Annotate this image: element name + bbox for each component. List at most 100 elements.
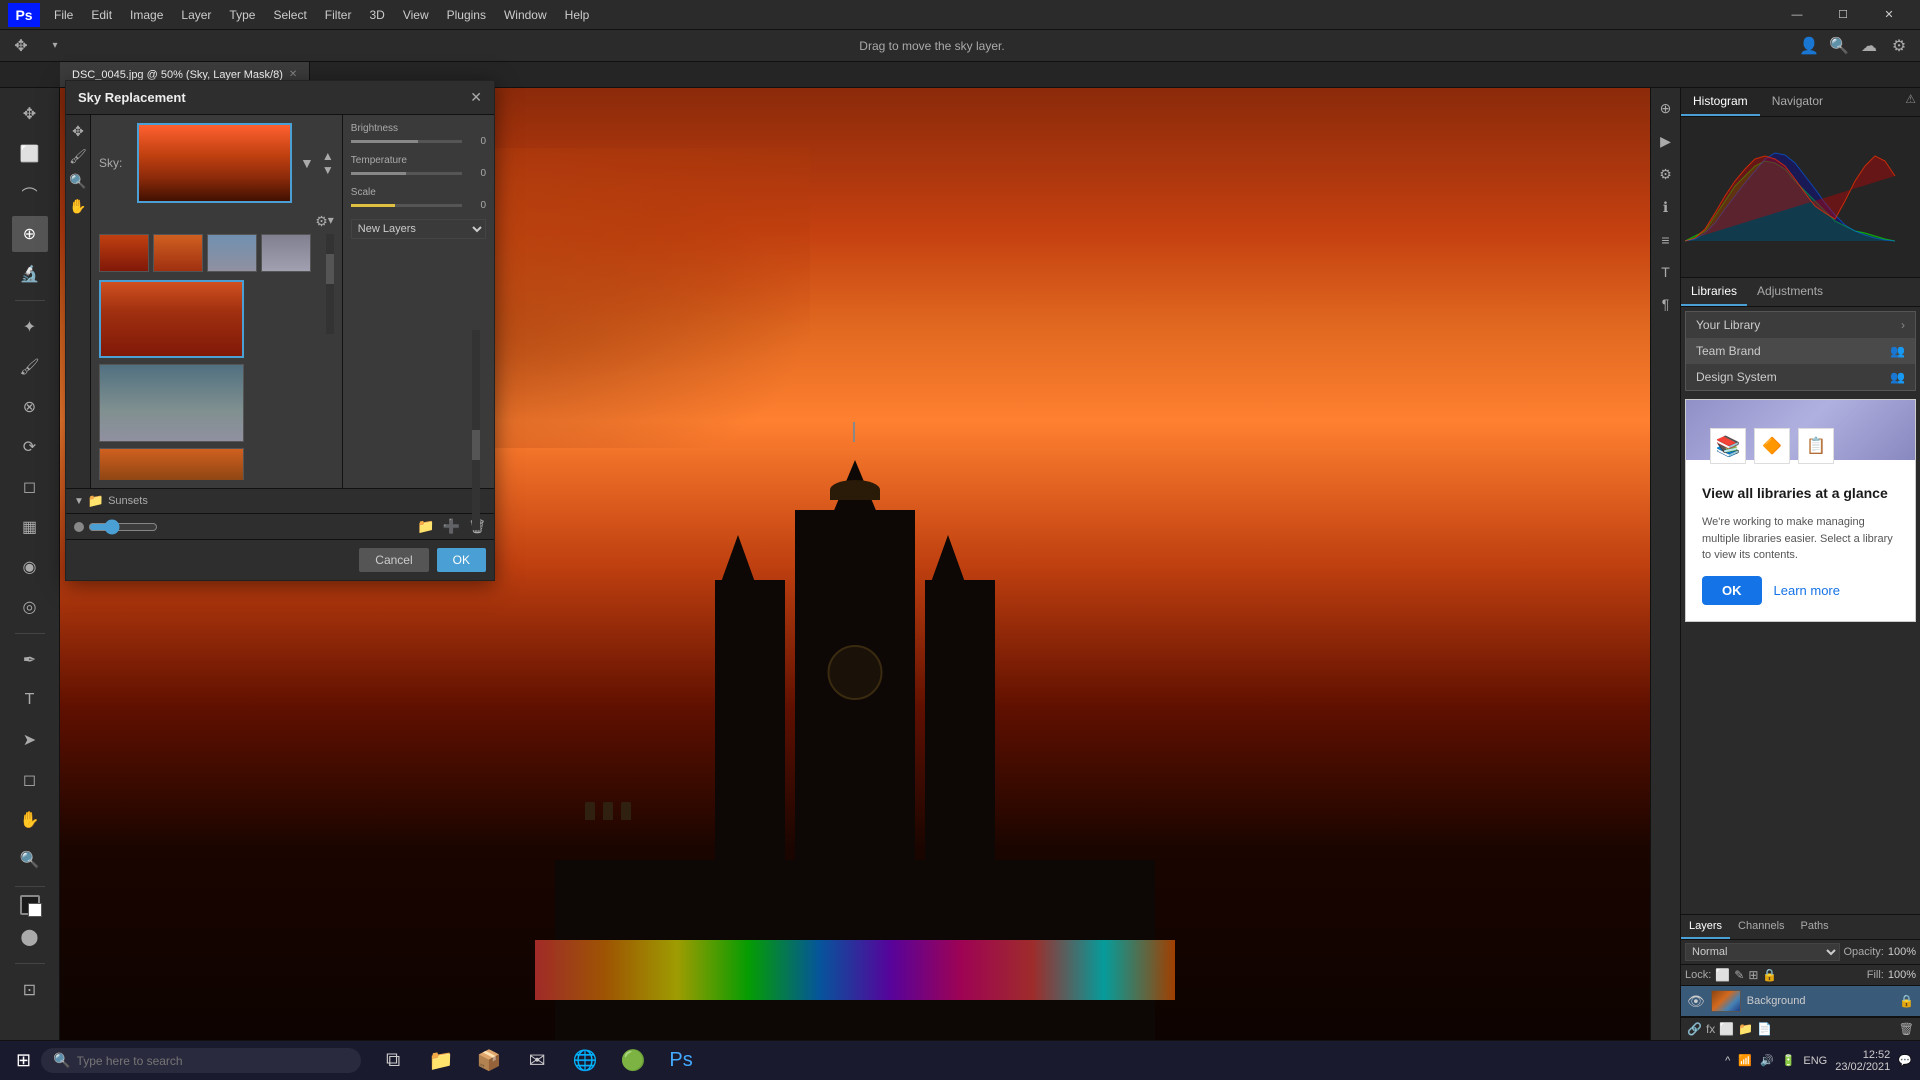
tray-network-icon[interactable]: 📶 (1738, 1054, 1752, 1067)
sidebar-icon-2[interactable]: ▶ (1656, 129, 1675, 154)
sky-thumb-1[interactable] (99, 234, 149, 272)
settings-icon[interactable]: ⚙ (1886, 33, 1912, 59)
taskbar-store[interactable]: 📦 (467, 1042, 511, 1080)
history-tool-icon[interactable]: ⟳ (12, 429, 48, 465)
sky-list-item-selected[interactable] (99, 280, 244, 358)
glance-ok-button[interactable]: OK (1702, 576, 1762, 605)
select-tool-icon[interactable]: ⬜ (12, 136, 48, 172)
move-tool-button[interactable]: ✥ (8, 33, 34, 59)
sky-preview-image[interactable] (137, 123, 292, 203)
minimize-button[interactable]: — (1774, 0, 1820, 30)
taskbar-file-explorer[interactable]: 📁 (419, 1042, 463, 1080)
screen-mode-icon[interactable]: ⊡ (12, 972, 48, 1008)
sky-cancel-button[interactable]: Cancel (359, 548, 428, 572)
taskbar-edge[interactable]: 🌐 (563, 1042, 607, 1080)
taskbar-mail[interactable]: ✉ (515, 1042, 559, 1080)
menu-layer[interactable]: Layer (173, 4, 219, 26)
sky-dropdown-small[interactable]: ▾ (328, 213, 334, 230)
menu-plugins[interactable]: Plugins (439, 4, 494, 26)
dodge-tool-icon[interactable]: ◎ (12, 589, 48, 625)
sidebar-icon-1[interactable]: ⊕ (1656, 96, 1676, 121)
user-icon[interactable]: 👤 (1796, 33, 1822, 59)
taskbar-search-input[interactable] (77, 1054, 317, 1068)
background-layer-row[interactable]: 👁 Background 🔒 (1681, 986, 1920, 1017)
your-library-item[interactable]: Your Library › (1686, 312, 1915, 338)
sky-brush-tool[interactable]: 🖌 (69, 148, 87, 165)
menu-file[interactable]: File (46, 4, 81, 26)
quick-mask-icon[interactable]: ⬤ (12, 919, 48, 955)
clone-tool-icon[interactable]: ⊗ (12, 389, 48, 425)
design-system-item[interactable]: Design System 👥 (1686, 364, 1915, 390)
eyedropper-tool-icon[interactable]: 🔬 (12, 256, 48, 292)
sidebar-icon-6[interactable]: T (1657, 260, 1674, 284)
gradient-tool-icon[interactable]: ▦ (12, 509, 48, 545)
team-brand-item[interactable]: Team Brand 👥 (1686, 338, 1915, 364)
menu-edit[interactable]: Edit (83, 4, 120, 26)
lock-all-icon[interactable]: 🔒 (1762, 968, 1777, 982)
tab-layers[interactable]: Layers (1681, 915, 1730, 939)
sky-dialog-close-button[interactable]: ✕ (470, 89, 482, 106)
hand-tool-icon[interactable]: ✋ (12, 802, 48, 838)
blur-tool-icon[interactable]: ◉ (12, 549, 48, 585)
menu-select[interactable]: Select (265, 4, 314, 26)
sky-brush-overlay-tool[interactable]: ✥ (72, 123, 84, 140)
tab-close-button[interactable]: ✕ (289, 69, 297, 80)
delete-layer-icon[interactable]: 🗑 (1899, 1022, 1914, 1036)
sky-right-scrollbar-thumb[interactable] (472, 430, 480, 460)
tab-channels[interactable]: Channels (1730, 915, 1792, 939)
taskbar-chrome[interactable]: 🟢 (611, 1042, 655, 1080)
tab-libraries[interactable]: Libraries (1681, 278, 1747, 306)
sky-list-item-clouds[interactable] (99, 364, 244, 442)
sky-scroll-down[interactable]: ▼ (322, 164, 334, 176)
sky-settings-icon[interactable]: ⚙ (315, 213, 328, 230)
menu-3d[interactable]: 3D (361, 4, 392, 26)
foreground-color-icon[interactable] (20, 895, 40, 915)
tab-paths[interactable]: Paths (1793, 915, 1837, 939)
menu-type[interactable]: Type (221, 4, 263, 26)
move-tool-icon[interactable]: ✥ (12, 96, 48, 132)
sky-folder-icon[interactable]: 📁 (417, 518, 434, 535)
menu-filter[interactable]: Filter (317, 4, 360, 26)
sidebar-icon-3[interactable]: ⚙ (1655, 162, 1676, 187)
taskbar-task-view[interactable]: ⧉ (371, 1042, 415, 1080)
sky-zoom-tool[interactable]: 🔍 (69, 173, 86, 190)
blend-mode-select[interactable]: Normal (1685, 943, 1840, 961)
sky-thumb-2[interactable] (153, 234, 203, 272)
sidebar-icon-7[interactable]: ¶ (1658, 292, 1674, 316)
lock-position-icon[interactable]: ✎ (1734, 968, 1744, 982)
shape-tool-icon[interactable]: ◻ (12, 762, 48, 798)
tray-volume-icon[interactable]: 🔊 (1760, 1054, 1774, 1067)
menu-help[interactable]: Help (557, 4, 598, 26)
tray-battery-icon[interactable]: 🔋 (1782, 1054, 1796, 1067)
taskbar-photoshop[interactable]: Ps (659, 1042, 703, 1080)
tray-notification-icon[interactable]: 💬 (1898, 1054, 1912, 1067)
menu-image[interactable]: Image (122, 4, 171, 26)
start-button[interactable]: ⊞ (8, 1046, 39, 1075)
taskbar-search-bar[interactable]: 🔍 (41, 1048, 361, 1073)
lasso-tool-icon[interactable]: ⌒ (12, 176, 48, 212)
close-button[interactable]: ✕ (1866, 0, 1912, 30)
sky-global-slider[interactable] (88, 519, 158, 535)
search-icon[interactable]: 🔍 (1826, 33, 1852, 59)
tray-expand-icon[interactable]: ^ (1725, 1055, 1730, 1067)
cloud-icon[interactable]: ☁ (1856, 33, 1882, 59)
sky-dropdown-button[interactable]: ▼ (300, 155, 314, 171)
pen-tool-icon[interactable]: ✒ (12, 642, 48, 678)
fx-icon[interactable]: fx (1706, 1022, 1715, 1036)
sky-ok-button[interactable]: OK (437, 548, 486, 572)
lock-artboard-icon[interactable]: ⊞ (1748, 968, 1758, 982)
output-select[interactable]: New Layers Duplicate Flatten (351, 219, 486, 239)
sky-thumb-3[interactable] (207, 234, 257, 272)
histogram-warning-icon[interactable]: ⚠ (1901, 88, 1920, 116)
tab-navigator[interactable]: Navigator (1760, 88, 1835, 116)
menu-view[interactable]: View (395, 4, 437, 26)
eraser-tool-icon[interactable]: ◻ (12, 469, 48, 505)
new-group-icon[interactable]: 📁 (1738, 1022, 1753, 1036)
sidebar-icon-4[interactable]: ℹ (1659, 195, 1672, 220)
sky-hand-tool[interactable]: ✋ (69, 198, 86, 215)
healing-tool-icon[interactable]: ✦ (12, 309, 48, 345)
tab-adjustments[interactable]: Adjustments (1747, 278, 1833, 306)
sky-thumb-4[interactable] (261, 234, 311, 272)
add-mask-icon[interactable]: ⬜ (1719, 1022, 1734, 1036)
menu-window[interactable]: Window (496, 4, 555, 26)
